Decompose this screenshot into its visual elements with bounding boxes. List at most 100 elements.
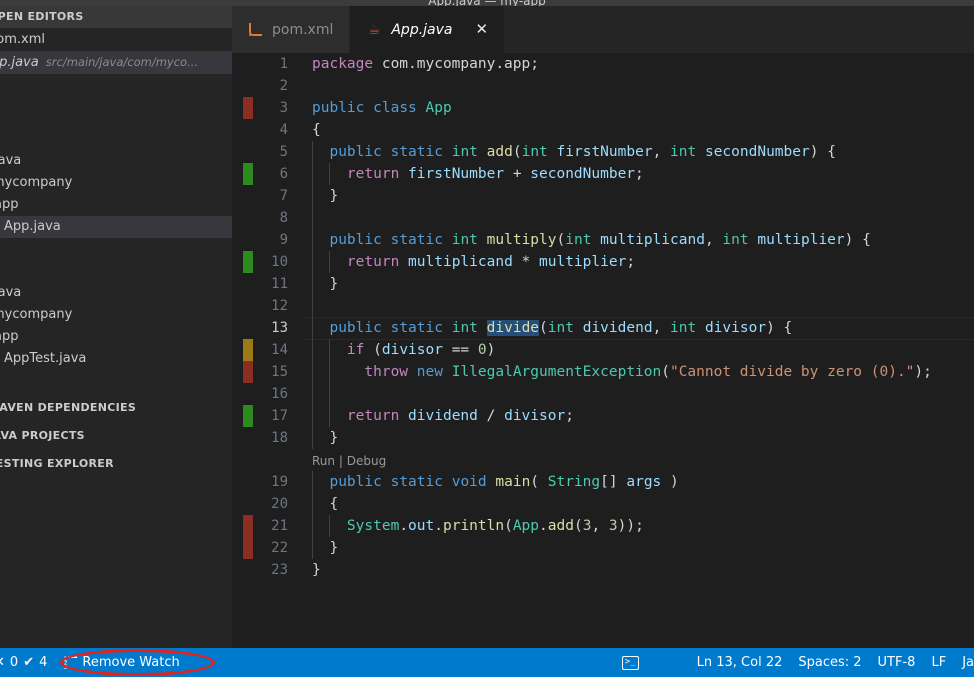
status-encoding[interactable]: UTF-8 — [870, 648, 924, 677]
line-number: 5 — [279, 144, 288, 160]
line-content: return dividend / divisor; — [296, 405, 974, 427]
line-content: } — [296, 427, 974, 449]
tab-label: pom.xml — [272, 21, 334, 38]
codelens-debug-link[interactable]: Debug — [347, 454, 386, 468]
line-number: 17 — [271, 408, 288, 424]
line-number: 16 — [271, 386, 288, 402]
line-number: 10 — [271, 254, 288, 270]
section-maven-dependencies-label: MAVEN DEPENDENCIES — [0, 401, 137, 414]
tree-item-mycompany-test[interactable]: mycompany — [0, 304, 232, 326]
java-file-icon: ☕ — [368, 21, 381, 38]
error-icon: ✕ — [0, 656, 5, 669]
tree-item-label: java — [0, 285, 22, 300]
line-content: } — [312, 562, 321, 578]
tree-item-label: app — [0, 329, 19, 344]
tab-pom-xml[interactable]: pom.xml — [232, 6, 351, 53]
status-cursor-position[interactable]: Ln 13, Col 22 — [689, 648, 791, 677]
code-line: 2 — [232, 75, 974, 97]
open-editor-app-java[interactable]: App.java src/main/java/com/myco... — [0, 51, 232, 74]
coverage-marker-uncovered — [243, 97, 253, 119]
code-line: 1 package com.mycompany.app; — [232, 53, 974, 75]
tab-app-java[interactable]: ☕ App.java ✕ — [350, 6, 506, 53]
line-content: public static int multiply(int multiplic… — [296, 229, 974, 251]
status-remove-watch[interactable]: 123 Remove Watch — [55, 648, 187, 677]
line-number: 19 — [271, 474, 288, 490]
section-java-projects-label: JAVA PROJECTS — [0, 429, 85, 442]
line-number: 14 — [271, 342, 288, 358]
check-icon: ✔ — [23, 655, 35, 670]
warning-count: 4 — [39, 655, 48, 670]
tree-item-label: AppTest.java — [4, 351, 87, 366]
codelens-run-link[interactable]: Run — [312, 454, 335, 468]
codelens-separator: | — [338, 454, 343, 468]
line-content: } — [296, 537, 974, 559]
line-number: 2 — [279, 78, 288, 94]
line-number: 1 — [279, 56, 288, 72]
line-number: 12 — [271, 298, 288, 314]
tree-item-apptest-java[interactable]: AppTest.java — [0, 348, 232, 370]
selected-token: divide — [486, 320, 540, 336]
open-editor-pom-xml[interactable]: pom.xml — [0, 28, 232, 51]
code-line: 21 System.out.println(App.add(3, 3)); — [232, 515, 974, 537]
line-content: public static void main( String[] args ) — [296, 471, 974, 493]
section-open-editors-label: OPEN EDITORS — [0, 10, 84, 23]
cursor-position-label: Ln 13, Col 22 — [696, 655, 783, 670]
code-line: 4 { — [232, 119, 974, 141]
open-editor-label: App.java — [0, 55, 39, 70]
tree-item-app-java[interactable]: App.java — [0, 216, 232, 238]
code-line: 17 return dividend / divisor; — [232, 405, 974, 427]
tree-item-app-test[interactable]: app — [0, 326, 232, 348]
status-eol[interactable]: LF — [923, 648, 954, 677]
code-line: 5 public static int add(int firstNumber,… — [232, 141, 974, 163]
code-line: 23 } — [232, 559, 974, 581]
coverage-marker-covered — [243, 163, 253, 185]
tree-item-java[interactable]: java — [0, 150, 232, 172]
code-line-current: 13 public static int divide(int dividend… — [232, 317, 974, 340]
line-content: package com.mycompany.app; — [312, 56, 539, 72]
tree-item-label: mycompany — [0, 307, 73, 322]
code-line: 18 } — [232, 427, 974, 449]
status-terminal[interactable]: >_ — [614, 648, 647, 677]
line-content — [296, 295, 974, 317]
line-content — [296, 207, 974, 229]
code-line: 11 } — [232, 273, 974, 295]
code-line: 15 throw new IllegalArgumentException("C… — [232, 361, 974, 383]
close-icon[interactable]: ✕ — [476, 22, 489, 37]
code-line: 22 } — [232, 537, 974, 559]
tree-item-app[interactable]: app — [0, 194, 232, 216]
tree-item-java-test[interactable]: java — [0, 282, 232, 304]
tree-item-mycompany[interactable]: mycompany — [0, 172, 232, 194]
tree-item-label: App.java — [4, 219, 61, 234]
codelens-text: Run | Debug — [296, 449, 974, 471]
code-line: 14 if (divisor == 0) — [232, 339, 974, 361]
coverage-marker-covered — [243, 251, 253, 273]
xml-file-icon — [248, 22, 263, 37]
editor-group: pom.xml ☕ App.java ✕ 1 package com.mycom… — [232, 6, 974, 648]
editor-tab-bar: pom.xml ☕ App.java ✕ — [232, 6, 974, 53]
line-content: System.out.println(App.add(3, 3)); — [296, 515, 974, 537]
section-testing-explorer[interactable]: TESTING EXPLORER — [0, 450, 232, 478]
line-content: public static int add(int firstNumber, i… — [296, 141, 974, 163]
section-java-projects[interactable]: JAVA PROJECTS — [0, 422, 232, 450]
line-content: return multiplicand * multiplier; — [296, 251, 974, 273]
section-maven-dependencies[interactable]: MAVEN DEPENDENCIES — [0, 394, 232, 422]
tree-item-label: java — [0, 153, 22, 168]
code-editor[interactable]: 1 package com.mycompany.app; 2 3 public … — [232, 53, 974, 648]
code-line: 8 — [232, 207, 974, 229]
line-number: 8 — [279, 210, 288, 226]
open-editors-list: pom.xml App.java src/main/java/com/myco.… — [0, 28, 232, 96]
line-content: return firstNumber + secondNumber; — [296, 163, 974, 185]
code-line: 3 public class App — [232, 97, 974, 119]
terminal-icon: >_ — [621, 655, 639, 670]
code-line: 6 return firstNumber + secondNumber; — [232, 163, 974, 185]
vscode-window: App.java — my-app OPEN EDITORS pom.xml A… — [0, 0, 974, 677]
section-open-editors[interactable]: OPEN EDITORS — [0, 6, 232, 28]
line-content: { — [296, 493, 974, 515]
tab-bar-filler — [505, 6, 974, 53]
line-content: throw new IllegalArgumentException("Cann… — [296, 361, 974, 383]
line-content — [296, 75, 974, 97]
status-problems[interactable]: ✕ 0 ✔ 4 — [0, 648, 55, 677]
line-number: 7 — [279, 188, 288, 204]
status-language-mode[interactable]: Ja — [954, 648, 974, 677]
status-indentation[interactable]: Spaces: 2 — [790, 648, 869, 677]
